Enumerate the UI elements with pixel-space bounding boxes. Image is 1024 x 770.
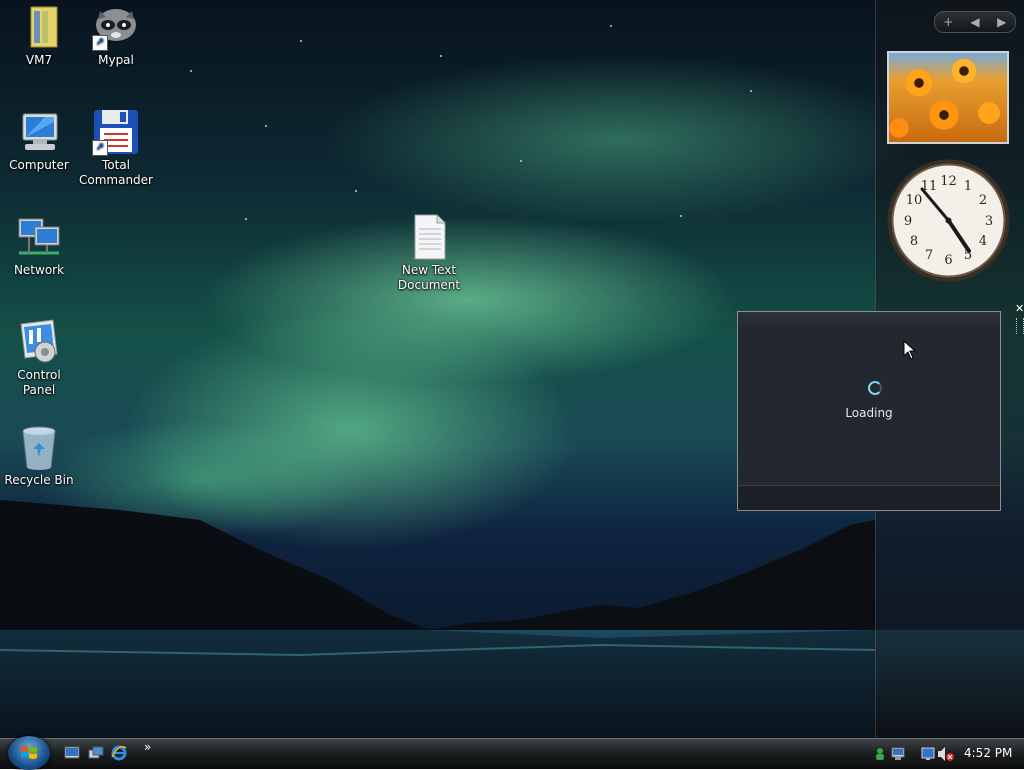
star [355, 190, 357, 192]
svg-text:10: 10 [906, 193, 923, 208]
mouse-cursor-icon [903, 340, 917, 360]
user-status-icon[interactable] [876, 748, 884, 760]
add-gadget-button[interactable]: + [935, 15, 962, 29]
svg-text:6: 6 [944, 253, 952, 268]
floppy-disk-icon: ↗ [92, 108, 140, 156]
flyout-footer [738, 485, 1000, 510]
desktop-icon-mypal[interactable]: ↗ Mypal [77, 3, 155, 68]
desktop-icon-label: VM7 [25, 53, 53, 67]
svg-text:7: 7 [925, 248, 933, 263]
start-button[interactable] [8, 736, 50, 770]
desktop-icon-label: Network [13, 263, 65, 277]
star [190, 70, 192, 72]
control-panel-icon [15, 318, 63, 366]
desktop-icon-total-commander[interactable]: ↗ Total Commander [77, 108, 155, 188]
star [300, 40, 302, 42]
star [440, 55, 442, 57]
folder-icon [15, 3, 63, 51]
volume-muted-icon[interactable] [938, 747, 954, 761]
star [245, 218, 247, 220]
star [680, 215, 682, 217]
star [750, 90, 752, 92]
desktop-icon-label: Recycle Bin [4, 473, 74, 487]
svg-text:3: 3 [985, 214, 993, 229]
quick-launch-overflow-button[interactable]: » [144, 740, 151, 754]
desktop-icon-label: New Text Document [397, 263, 461, 292]
drag-handle-icon[interactable] [1016, 318, 1024, 334]
svg-text:4: 4 [979, 234, 987, 249]
loading-spinner-icon [868, 381, 882, 395]
recycle-bin-icon [15, 423, 63, 471]
display-icon[interactable] [921, 747, 935, 760]
desktop-icon-label: Total Commander [79, 158, 153, 187]
raccoon-icon: ↗ [92, 3, 140, 51]
desktop-icon-network[interactable]: Network [0, 213, 78, 278]
desktop-icon-label: Control Panel [17, 368, 61, 397]
star [265, 125, 267, 127]
svg-text:1: 1 [964, 179, 972, 194]
loading-status: Loading [845, 406, 893, 420]
network-status-icon[interactable] [891, 747, 905, 760]
star [610, 25, 612, 27]
desktop-icon-vm7[interactable]: VM7 [0, 3, 78, 68]
desktop-icon-new-text-document[interactable]: New Text Document [390, 213, 468, 293]
internet-explorer-icon[interactable] [111, 745, 127, 761]
desktop-icon-label: Computer [9, 158, 69, 172]
star [520, 160, 522, 162]
network-icon [15, 213, 63, 261]
switch-windows-icon[interactable] [88, 745, 104, 761]
svg-text:8: 8 [910, 234, 918, 249]
desktop-icon-computer[interactable]: Computer [0, 108, 78, 173]
windows-logo-icon [21, 746, 37, 759]
shortcut-arrow-icon: ↗ [92, 140, 108, 156]
taskbar-clock[interactable]: 4:52 PM [964, 746, 1012, 760]
shortcut-arrow-icon: ↗ [92, 35, 108, 51]
slideshow-gadget[interactable] [887, 51, 1009, 144]
text-file-icon [405, 213, 453, 261]
desktop-icon-recycle-bin[interactable]: Recycle Bin [0, 423, 78, 488]
clock-gadget[interactable]: 12 12 345 678 91011 [886, 158, 1011, 283]
computer-icon [15, 108, 63, 156]
close-gadget-button[interactable]: ✕ [1015, 302, 1024, 315]
svg-text:2: 2 [979, 193, 987, 208]
show-desktop-icon[interactable] [64, 745, 80, 761]
previous-page-button[interactable]: ◀ [962, 15, 989, 29]
gadget-flyout: Loading [737, 311, 1001, 511]
svg-text:12: 12 [940, 174, 957, 189]
next-page-button[interactable]: ▶ [988, 15, 1015, 29]
mountain-landscape [0, 500, 1024, 738]
sidebar-controls: + ◀ ▶ [934, 11, 1016, 33]
desktop-icon-control-panel[interactable]: Control Panel [0, 318, 78, 398]
desktop-icon-label: Mypal [98, 53, 134, 67]
flyout-header [738, 312, 1000, 332]
svg-text:9: 9 [904, 214, 912, 229]
